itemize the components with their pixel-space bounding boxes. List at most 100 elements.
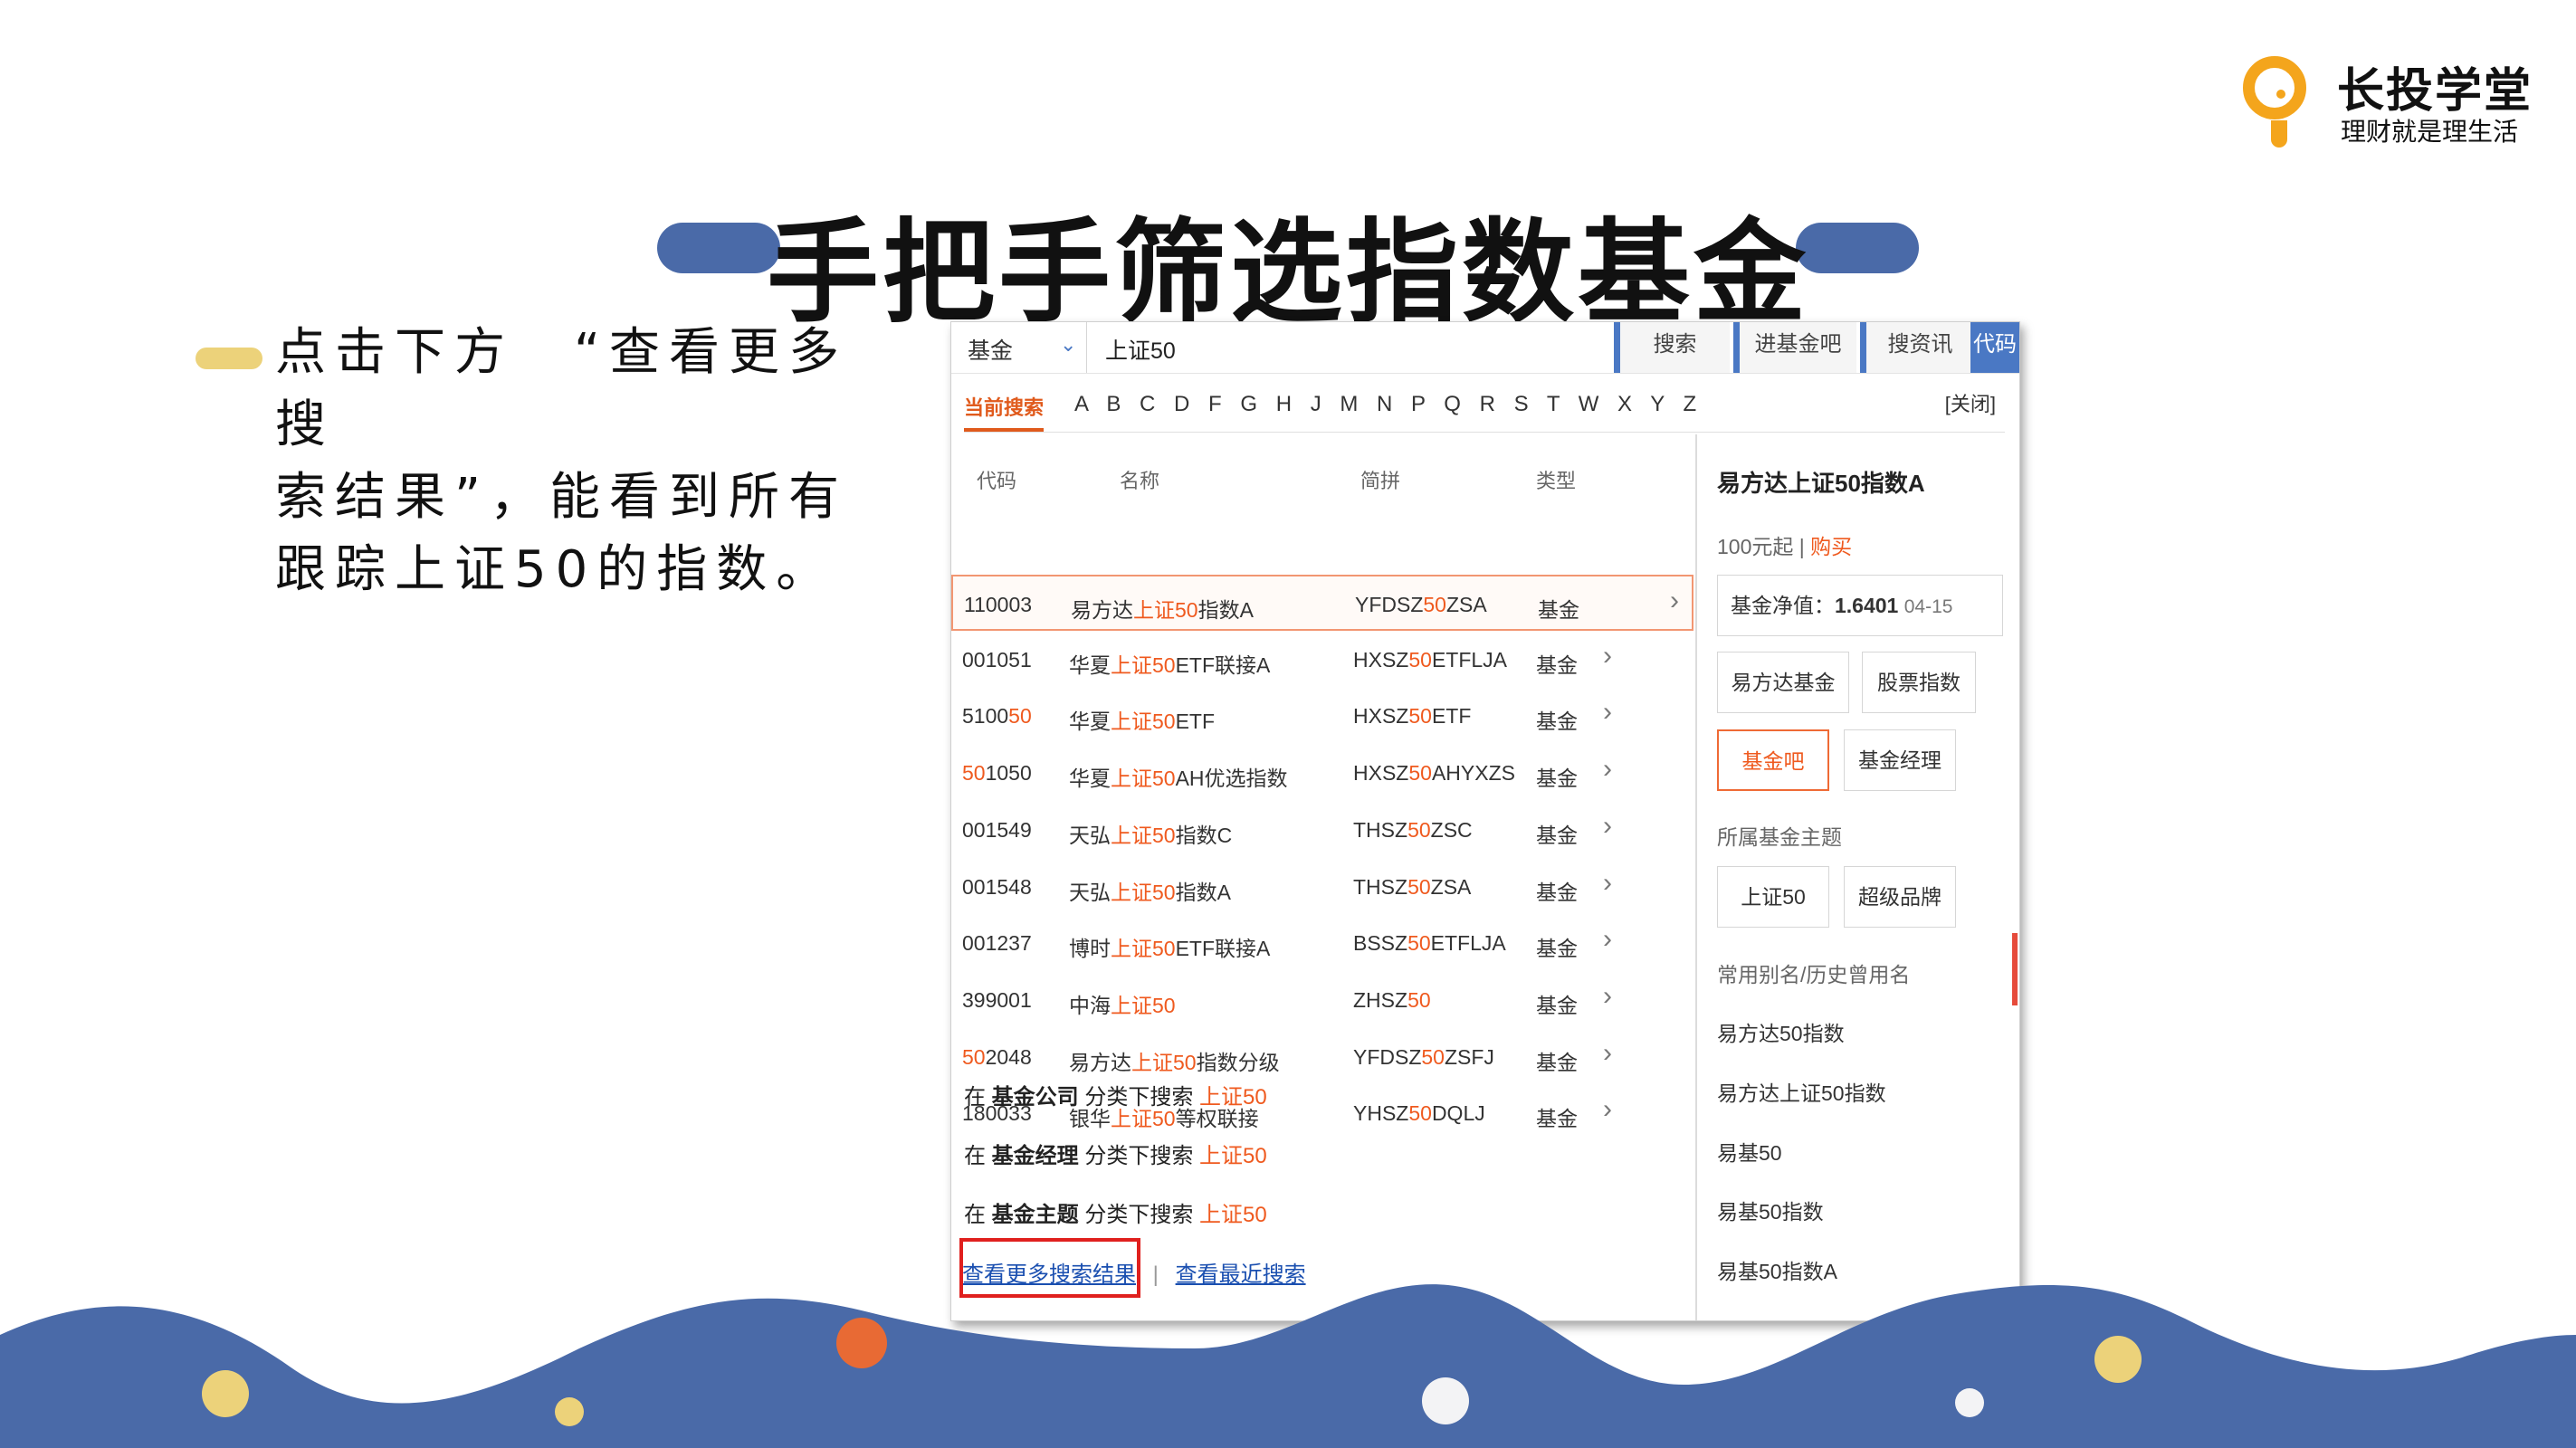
table-row[interactable]: 501050 华夏上证50AH优选指数 HXSZ50AHYXZS 基金 › [951,745,1693,801]
chevron-down-icon[interactable]: ⌄ [1060,333,1076,357]
table-row[interactable]: 502048 易方达上证50指数分级 YFDSZ50ZSFJ 基金 › [951,1029,1693,1085]
chevron-right-icon: › [1603,1037,1612,1068]
fund-manager-button[interactable]: 基金经理 [1844,729,1956,791]
buy-link[interactable]: 购买 [1810,535,1852,558]
category-search-link[interactable]: 在 基金经理 分类下搜索 上证50 [964,1138,1267,1169]
cell-code-part: 1050 [985,761,1032,786]
wave-decoration [0,1284,2576,1448]
alias-item: 易基50 [1717,1141,1782,1165]
cell-pinyin: YFDSZ50ZSFJ [1353,1045,1494,1070]
cell-pinyin-part: ETF [1431,704,1472,729]
col-header-pinyin: 简拼 [1360,470,1401,492]
table-row[interactable]: 001548 天弘上证50指数A THSZ50ZSA 基金 › [951,859,1693,915]
type-select[interactable]: 基金 [968,333,1013,366]
cell-pinyin-part: THSZ [1353,874,1408,899]
cell-type: 基金 [1536,1045,1578,1076]
table-row[interactable]: 399001 中海上证50 ZHSZ50 基金 › [951,972,1693,1028]
bullet-line: 索结果”，能看到所有 [275,468,849,527]
cell-code: 110003 [964,593,1032,617]
alphabet-letters[interactable]: A B C D F G H J M N P Q R S T W X Y Z [1074,392,1696,417]
table-row[interactable]: 001549 天弘上证50指数C THSZ50ZSC 基金 › [951,802,1693,858]
cell-pinyin-part: 50 [1407,987,1431,1012]
fund-bar-button[interactable]: 进基金吧 [1733,322,1856,373]
cell-name: 易方达上证50指数分级 [1069,1045,1280,1076]
cell-name: 易方达上证50指数A [1071,593,1254,624]
tab-current-search[interactable]: 当前搜索 [964,392,1045,432]
table-row[interactable]: 001237 博时上证50ETF联接A BSSZ50ETFLJA 基金 › [951,915,1693,971]
cell-name: 中海上证50 [1069,988,1176,1019]
theme-sse50-button[interactable]: 上证50 [1717,866,1829,928]
fund-bar-link-button[interactable]: 基金吧 [1717,729,1829,791]
index-type-button[interactable]: 股票指数 [1862,652,1976,713]
cell-pinyin-part: HXSZ [1353,704,1409,729]
category-search-link[interactable]: 在 基金主题 分类下搜索 上证50 [964,1196,1267,1228]
dot-decoration [2094,1336,2142,1383]
text: 在 [964,1085,986,1110]
news-search-button[interactable]: 搜资讯 [1860,322,1974,373]
search-panel: 基金 ⌄ 上证50 搜索 进基金吧 搜资讯 代码 当前搜索 A B C D F … [950,321,2020,1321]
cell-name-part: 上证50 [1111,767,1176,791]
table-row[interactable]: 001051 华夏上证50ETF联接A HXSZ50ETFLJA 基金 › [951,632,1693,688]
cell-type: 基金 [1536,931,1578,962]
cell-pinyin: YFDSZ50ZSA [1355,593,1487,617]
cell-name-part: 博时 [1069,937,1111,961]
cell-name-part: ETF [1175,710,1216,734]
cell-pinyin-part: ETFLJA [1431,647,1508,672]
cell-name-part: 银华 [1069,1107,1111,1131]
text: 分类下搜索 [1084,1144,1194,1168]
cell-pinyin: HXSZ50ETFLJA [1353,648,1507,672]
cell-name-part: 易方达 [1069,1050,1131,1074]
cell-pinyin-part: 50 [1408,761,1432,786]
cell-name: 天弘上证50指数C [1069,818,1232,849]
cell-type-part: 基金 [1536,653,1578,677]
dot-decoration [202,1370,249,1417]
table-row[interactable]: 510050 华夏上证50ETF HXSZ50ETF 基金 › [951,688,1693,744]
alias-item: 易基50指数 [1717,1200,1824,1224]
col-header-name: 名称 [1120,470,1160,492]
close-button[interactable]: [关闭] [1945,388,1996,417]
cell-name-part: 华夏 [1069,653,1111,677]
alias-item: 易方达50指数 [1717,1022,1845,1045]
min-buy: 100元起 [1717,535,1794,558]
company-button[interactable]: 易方达基金 [1717,652,1849,713]
cell-code: 399001 [962,988,1032,1013]
cell-name-part: 天弘 [1069,823,1111,847]
table-row[interactable]: 110003 易方达上证50指数A YFDSZ50ZSA 基金 › [951,575,1693,631]
scroll-indicator [2012,933,2018,1005]
chevron-right-icon: › [1603,810,1612,841]
cell-pinyin-part: 50 [1407,874,1431,899]
dot-decoration [1955,1388,1984,1417]
nav-date: 04-15 [1903,596,1953,617]
chevron-right-icon: › [1603,754,1612,785]
cell-code: 001548 [962,875,1032,900]
cell-code: 502048 [962,1045,1032,1070]
chevron-right-icon: › [1603,640,1612,671]
cell-type-part: 基金 [1538,598,1579,622]
cell-pinyin: BSSZ50ETFLJA [1353,931,1506,956]
cell-code-part: 2048 [985,1044,1032,1069]
cell-pinyin-part: ZSA [1430,874,1472,899]
theme-superbrand-button[interactable]: 超级品牌 [1844,866,1956,928]
category-search-link[interactable]: 在 基金公司 分类下搜索 上证50 [964,1079,1267,1110]
cell-code-part: 001548 [962,874,1032,899]
query-term: 上证50 [1199,1203,1267,1227]
cell-name-part: 上证50 [1111,937,1176,961]
cell-code: 510050 [962,704,1032,729]
bullet-marker [196,348,262,369]
cell-name-part: 指数A [1197,598,1254,622]
cell-pinyin: HXSZ50ETF [1353,704,1471,729]
chevron-right-icon: › [1603,924,1612,955]
cell-name: 华夏上证50AH优选指数 [1069,761,1288,792]
cell-type-part: 基金 [1536,937,1578,961]
code-tab[interactable]: 代码 [1970,322,2019,373]
cell-pinyin-part: ZSA [1445,593,1487,616]
cell-type-part: 基金 [1536,767,1578,791]
bullet-text: 点击下方 “查看更多搜 索结果”，能看到所有 跟踪上证50的指数。 [275,317,891,606]
search-input[interactable]: 上证50 [1105,333,1176,366]
search-button[interactable]: 搜索 [1614,322,1730,373]
cell-pinyin-part: ZSFJ [1444,1044,1494,1069]
cell-type-part: 基金 [1536,1107,1578,1131]
chevron-right-icon: › [1603,1094,1612,1125]
cell-name: 博时上证50ETF联接A [1069,931,1270,962]
cell-name-part: 等权联接 [1175,1107,1259,1131]
